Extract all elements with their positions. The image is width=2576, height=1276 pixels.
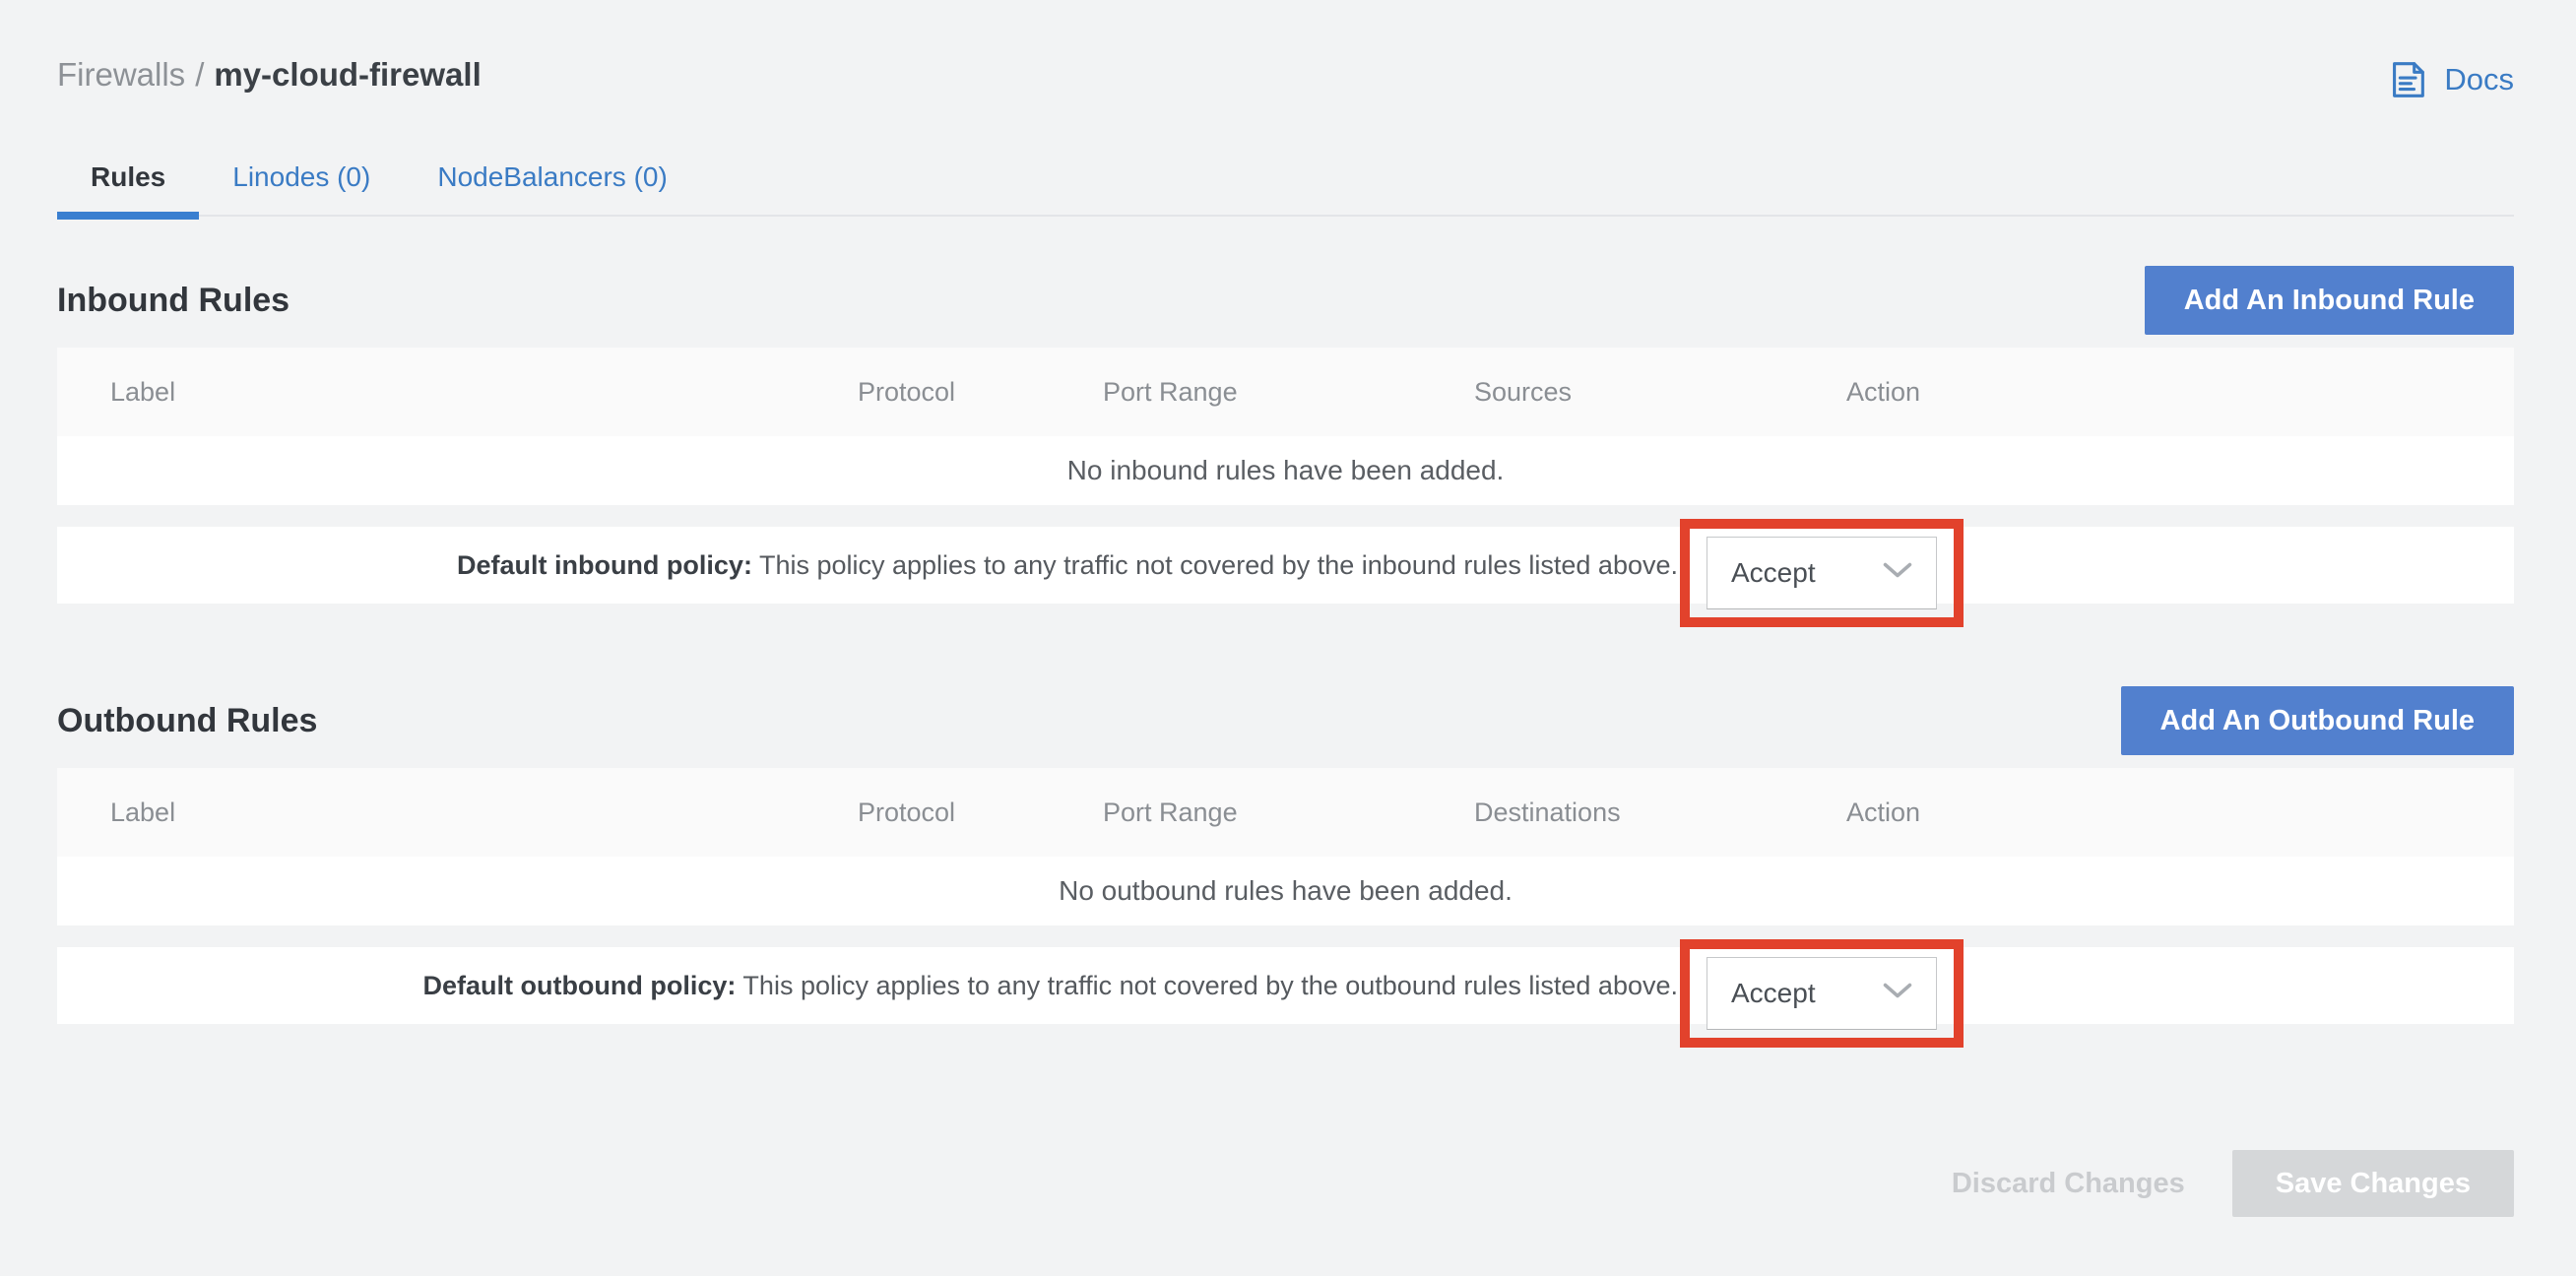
outbound-default-policy-select[interactable]: Accept [1707, 957, 1937, 1030]
inbound-col-action: Action [1846, 348, 1920, 436]
page-title: my-cloud-firewall [214, 56, 481, 93]
inbound-empty-message: No inbound rules have been added. [57, 436, 2514, 505]
outbound-col-destinations: Destinations [1474, 768, 1621, 857]
docs-link-label: Docs [2444, 62, 2514, 97]
inbound-col-label: Label [110, 348, 175, 436]
chevron-down-icon [1883, 562, 1912, 584]
inbound-default-policy-description: This policy applies to any traffic not c… [752, 550, 1678, 580]
inbound-col-protocol: Protocol [858, 348, 955, 436]
outbound-table-header: Label Protocol Port Range Destinations A… [57, 768, 2514, 857]
inbound-table-header: Label Protocol Port Range Sources Action [57, 348, 2514, 436]
add-inbound-rule-button[interactable]: Add An Inbound Rule [2145, 266, 2514, 335]
inbound-policy-highlight-box: Accept [1680, 519, 1964, 627]
discard-changes-button[interactable]: Discard Changes [1952, 1168, 2185, 1200]
inbound-section-header: Inbound Rules Add An Inbound Rule [57, 266, 2514, 335]
outbound-default-policy-row: Default outbound policy: This policy app… [57, 947, 2514, 1024]
chevron-down-icon [1883, 983, 1912, 1004]
outbound-col-port-range: Port Range [1103, 768, 1238, 857]
tab-nodebalancers[interactable]: NodeBalancers (0) [404, 161, 700, 215]
outbound-default-policy-text: Default outbound policy: This policy app… [57, 947, 1678, 1024]
inbound-col-port-range: Port Range [1103, 348, 1238, 436]
inbound-default-policy-text: Default inbound policy: This policy appl… [57, 527, 1678, 604]
inbound-default-policy-value: Accept [1731, 557, 1816, 589]
outbound-policy-highlight-box: Accept [1680, 939, 1964, 1048]
breadcrumb-separator: / [195, 56, 204, 93]
tab-rules[interactable]: Rules [57, 161, 199, 215]
add-outbound-rule-button[interactable]: Add An Outbound Rule [2121, 686, 2514, 755]
outbound-section-header: Outbound Rules Add An Outbound Rule [57, 686, 2514, 755]
inbound-rules-table: Label Protocol Port Range Sources Action… [57, 348, 2514, 604]
inbound-rules-title: Inbound Rules [57, 282, 290, 320]
outbound-rules-title: Outbound Rules [57, 702, 317, 740]
inbound-col-sources: Sources [1474, 348, 1572, 436]
outbound-rules-table: Label Protocol Port Range Destinations A… [57, 768, 2514, 1024]
breadcrumb: Firewalls / my-cloud-firewall [57, 55, 482, 95]
outbound-col-label: Label [110, 768, 175, 857]
footer-actions: Discard Changes Save Changes [57, 1150, 2514, 1217]
outbound-default-policy-value: Accept [1731, 978, 1816, 1009]
docs-link[interactable]: Docs [2385, 57, 2514, 102]
outbound-default-policy-label: Default outbound policy: [422, 971, 736, 1000]
tab-bar: Rules Linodes (0) NodeBalancers (0) [57, 161, 2514, 217]
tab-linodes[interactable]: Linodes (0) [199, 161, 404, 215]
inbound-default-policy-select[interactable]: Accept [1707, 537, 1937, 609]
breadcrumb-firewalls-link[interactable]: Firewalls [57, 56, 185, 93]
top-bar: Firewalls / my-cloud-firewall Docs [57, 55, 2514, 102]
firewall-detail-page: Firewalls / my-cloud-firewall Docs Rules L… [0, 0, 2576, 1217]
docs-icon [2385, 57, 2430, 102]
save-changes-button[interactable]: Save Changes [2232, 1150, 2514, 1217]
outbound-col-action: Action [1846, 768, 1920, 857]
outbound-default-policy-description: This policy applies to any traffic not c… [736, 971, 1678, 1000]
outbound-empty-message: No outbound rules have been added. [57, 857, 2514, 925]
inbound-default-policy-label: Default inbound policy: [457, 550, 752, 580]
outbound-col-protocol: Protocol [858, 768, 955, 857]
inbound-default-policy-row: Default inbound policy: This policy appl… [57, 527, 2514, 604]
